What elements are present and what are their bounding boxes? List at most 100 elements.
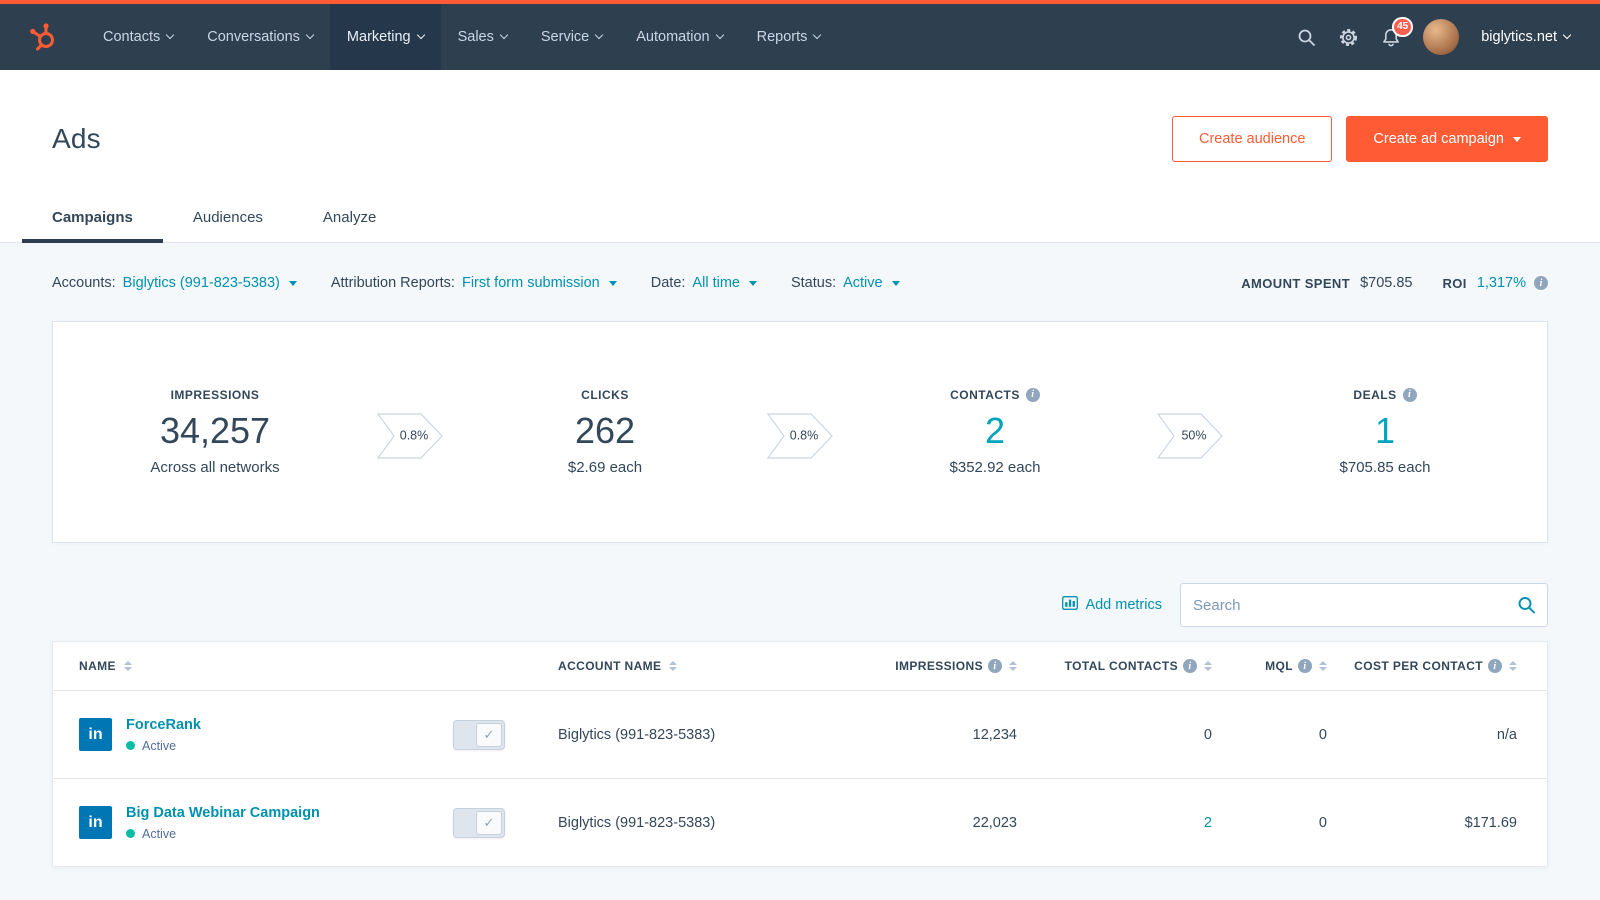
- nav-item-label: Contacts: [103, 29, 160, 45]
- tab-label: Campaigns: [52, 209, 133, 226]
- add-metrics-label: Add metrics: [1085, 597, 1162, 613]
- sort-icon[interactable]: [1009, 661, 1017, 671]
- stage-subtext: $2.69 each: [443, 459, 767, 476]
- table-toolbar: Add metrics: [52, 583, 1548, 627]
- stage-label: DEALS: [1353, 388, 1396, 402]
- nav-item-conversations[interactable]: Conversations: [190, 4, 330, 70]
- campaign-status: Active: [126, 739, 201, 753]
- account-menu[interactable]: biglytics.net: [1481, 29, 1570, 45]
- nav-item-label: Marketing: [347, 29, 411, 45]
- notifications-bell-icon[interactable]: 45: [1381, 27, 1401, 48]
- column-header-impressions[interactable]: IMPRESSIONS: [867, 659, 1017, 673]
- campaigns-table: NAME ACCOUNT NAME IMPRESSIONS TOTAL CONT…: [52, 641, 1548, 867]
- caret-down-icon: [289, 281, 297, 286]
- info-icon[interactable]: [1183, 659, 1197, 673]
- stage-subtext: $352.92 each: [833, 459, 1157, 476]
- date-filter-label: Date:: [651, 275, 686, 291]
- total-contacts-link[interactable]: 2: [1017, 815, 1212, 831]
- stage-label: CLICKS: [581, 388, 629, 402]
- column-header-account-name[interactable]: ACCOUNT NAME: [558, 659, 867, 673]
- search-input[interactable]: [1180, 583, 1548, 627]
- nav-item-label: Sales: [458, 29, 494, 45]
- search-box: [1180, 583, 1548, 627]
- campaign-toggle[interactable]: [453, 720, 505, 750]
- add-metrics-button[interactable]: Add metrics: [1062, 596, 1162, 614]
- chevron-down-icon: [1563, 31, 1571, 39]
- status-dot-icon: [126, 829, 135, 838]
- attribution-filter-label: Attribution Reports:: [331, 275, 455, 291]
- create-audience-button[interactable]: Create audience: [1172, 116, 1332, 162]
- accounts-filter-dropdown[interactable]: Biglytics (991-823-5383): [123, 275, 297, 291]
- top-nav: Contacts Conversations Marketing Sales S…: [0, 4, 1600, 70]
- chevron-down-icon: [595, 31, 603, 39]
- account-name: biglytics.net: [1481, 29, 1557, 45]
- info-icon[interactable]: [1488, 659, 1502, 673]
- amount-spent-value: $705.85: [1360, 275, 1412, 291]
- column-header-cost-per-contact[interactable]: COST PER CONTACT: [1327, 659, 1547, 673]
- tab-analyze[interactable]: Analyze: [293, 196, 406, 242]
- date-filter-dropdown[interactable]: All time: [692, 275, 757, 291]
- column-label: NAME: [79, 659, 116, 673]
- impressions-cell: 12,234: [867, 727, 1017, 743]
- sort-icon[interactable]: [1509, 661, 1517, 671]
- info-icon[interactable]: [1298, 659, 1312, 673]
- roi-label: ROI: [1443, 276, 1467, 291]
- funnel-stage-deals: DEALS 1 $705.85 each: [1223, 388, 1547, 477]
- stage-value: 1: [1223, 412, 1547, 450]
- search-icon[interactable]: [1517, 596, 1536, 615]
- info-icon[interactable]: [1403, 388, 1417, 402]
- hubspot-logo-icon[interactable]: [28, 4, 58, 70]
- create-ad-campaign-button[interactable]: Create ad campaign: [1346, 116, 1548, 162]
- attribution-filter-dropdown[interactable]: First form submission: [462, 275, 617, 291]
- column-header-total-contacts[interactable]: TOTAL CONTACTS: [1017, 659, 1212, 673]
- total-contacts-cell: 0: [1017, 727, 1212, 743]
- campaign-name-link[interactable]: Big Data Webinar Campaign: [126, 805, 320, 821]
- campaign-name-link[interactable]: ForceRank: [126, 717, 201, 733]
- table-header-row: NAME ACCOUNT NAME IMPRESSIONS TOTAL CONT…: [53, 642, 1547, 690]
- tab-bar: Campaigns Audiences Analyze: [0, 196, 1600, 243]
- stage-label: CONTACTS: [950, 388, 1020, 402]
- accounts-filter-value: Biglytics (991-823-5383): [123, 275, 280, 291]
- caret-down-icon: [749, 281, 757, 286]
- sort-icon[interactable]: [124, 661, 132, 671]
- status-filter-label: Status:: [791, 275, 836, 291]
- tab-audiences[interactable]: Audiences: [163, 196, 293, 242]
- column-label: COST PER CONTACT: [1354, 659, 1483, 673]
- campaign-toggle[interactable]: [453, 808, 505, 838]
- search-icon[interactable]: [1297, 28, 1316, 47]
- notification-badge: 45: [1392, 17, 1413, 37]
- page-header-area: Ads Create audience Create ad campaign C…: [0, 70, 1600, 243]
- table-row: Big Data Webinar Campaign Active Biglyti…: [53, 778, 1547, 866]
- nav-item-contacts[interactable]: Contacts: [86, 4, 190, 70]
- conversion-rate: 50%: [1165, 429, 1223, 443]
- column-header-mql[interactable]: MQL: [1212, 659, 1327, 673]
- sort-icon[interactable]: [669, 661, 677, 671]
- status-filter-dropdown[interactable]: Active: [843, 275, 900, 291]
- linkedin-icon: [79, 718, 112, 751]
- avatar[interactable]: [1423, 19, 1459, 55]
- chevron-down-icon: [416, 31, 424, 39]
- nav-item-reports[interactable]: Reports: [740, 4, 838, 70]
- status-label: Active: [142, 827, 176, 841]
- nav-item-marketing[interactable]: Marketing: [330, 4, 441, 70]
- chevron-down-icon: [306, 31, 314, 39]
- column-header-name[interactable]: NAME: [53, 659, 453, 673]
- tab-campaigns[interactable]: Campaigns: [22, 196, 163, 242]
- conversion-arrow: 0.8%: [377, 413, 443, 459]
- sort-icon[interactable]: [1319, 661, 1327, 671]
- nav-item-sales[interactable]: Sales: [441, 4, 524, 70]
- cost-per-contact-cell: n/a: [1327, 727, 1547, 743]
- info-icon[interactable]: [988, 659, 1002, 673]
- info-icon[interactable]: [1026, 388, 1040, 402]
- chevron-down-icon: [500, 31, 508, 39]
- nav-item-service[interactable]: Service: [524, 4, 619, 70]
- status-label: Active: [142, 739, 176, 753]
- gear-icon[interactable]: [1338, 27, 1359, 48]
- filter-bar: Accounts: Biglytics (991-823-5383) Attri…: [0, 243, 1600, 321]
- nav-item-automation[interactable]: Automation: [619, 4, 739, 70]
- info-icon[interactable]: [1534, 276, 1548, 290]
- sort-icon[interactable]: [1204, 661, 1212, 671]
- summary-metrics: AMOUNT SPENT $705.85 ROI 1,317%: [1241, 275, 1548, 291]
- conversion-arrow: 50%: [1157, 413, 1223, 459]
- funnel-card: IMPRESSIONS 34,257 Across all networks 0…: [52, 321, 1548, 543]
